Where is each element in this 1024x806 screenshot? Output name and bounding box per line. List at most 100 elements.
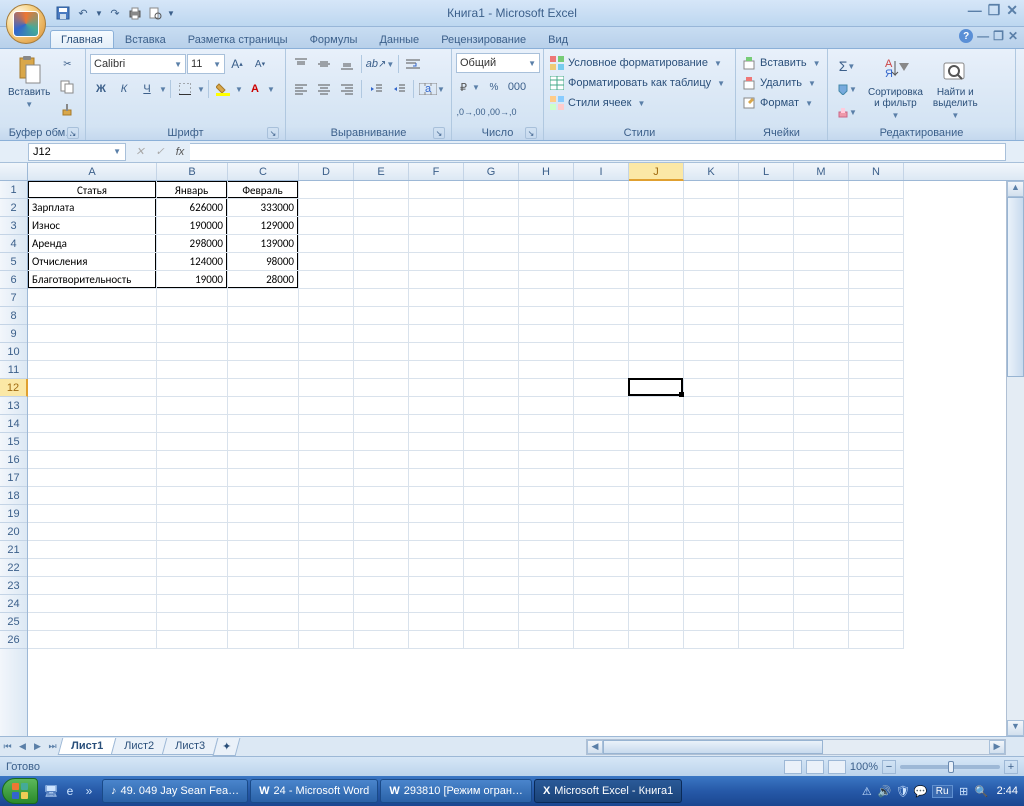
align-bottom-icon[interactable] xyxy=(336,53,358,75)
tray-icon[interactable]: ⚠ xyxy=(860,784,874,798)
cell[interactable]: Износ xyxy=(28,217,156,234)
column-header[interactable]: E xyxy=(354,163,409,180)
column-header[interactable]: F xyxy=(409,163,464,180)
row-header[interactable]: 24 xyxy=(0,595,27,613)
undo-icon[interactable]: ↶ xyxy=(74,4,92,22)
sheet-nav-next[interactable]: ▶ xyxy=(30,741,45,752)
sheet-tab-new[interactable]: ✦ xyxy=(213,738,241,756)
row-header[interactable]: 26 xyxy=(0,631,27,649)
sheet-tab-1[interactable]: Лист1 xyxy=(58,738,117,755)
comma-button[interactable]: 000 xyxy=(506,76,528,98)
cell[interactable]: 298000 xyxy=(157,235,227,252)
maximize-button[interactable]: ❐ xyxy=(988,2,1001,19)
tab-page-layout[interactable]: Разметка страницы xyxy=(177,30,299,48)
row-header[interactable]: 2 xyxy=(0,199,27,217)
row-header[interactable]: 7 xyxy=(0,289,27,307)
borders-dropdown[interactable]: ▼ xyxy=(197,85,205,94)
cell[interactable]: Зарплата xyxy=(28,199,156,216)
row-header[interactable]: 22 xyxy=(0,559,27,577)
row-header[interactable]: 9 xyxy=(0,325,27,343)
fill-color-button[interactable] xyxy=(212,78,234,100)
insert-cells-button[interactable]: Вставить▼ xyxy=(740,53,823,73)
row-header[interactable]: 25 xyxy=(0,613,27,631)
row-header[interactable]: 15 xyxy=(0,433,27,451)
row-header[interactable]: 1 xyxy=(0,181,27,199)
vscroll-thumb[interactable] xyxy=(1007,197,1024,377)
select-all-corner[interactable] xyxy=(0,163,28,180)
enter-formula-icon[interactable]: ✓ xyxy=(150,143,170,161)
name-box[interactable]: J12▼ xyxy=(28,143,126,161)
hscroll-thumb[interactable] xyxy=(603,740,823,754)
bold-button[interactable]: Ж xyxy=(90,78,112,100)
increase-indent-icon[interactable] xyxy=(388,78,410,100)
tray-icon[interactable]: 🔍 xyxy=(975,784,989,798)
tab-home[interactable]: Главная xyxy=(50,30,114,48)
row-header[interactable]: 18 xyxy=(0,487,27,505)
column-header[interactable]: L xyxy=(739,163,794,180)
taskbar-clock[interactable]: 2:44 xyxy=(993,785,1022,797)
font-launcher[interactable]: ↘ xyxy=(267,127,279,139)
column-header[interactable]: B xyxy=(157,163,228,180)
row-header[interactable]: 21 xyxy=(0,541,27,559)
quickprint-icon[interactable] xyxy=(126,4,144,22)
row-header[interactable]: 3 xyxy=(0,217,27,235)
taskbar-task[interactable]: W24 - Microsoft Word xyxy=(250,779,378,803)
column-header[interactable]: M xyxy=(794,163,849,180)
underline-dropdown[interactable]: ▼ xyxy=(159,85,167,94)
row-header[interactable]: 23 xyxy=(0,577,27,595)
tray-icon[interactable]: 🛡 xyxy=(896,784,910,798)
print-preview-icon[interactable] xyxy=(146,4,164,22)
taskbar-task[interactable]: XMicrosoft Excel - Книга1 xyxy=(534,779,682,803)
scroll-left-button[interactable]: ◀ xyxy=(587,740,603,754)
horizontal-scrollbar[interactable]: ◀ ▶ xyxy=(586,739,1006,755)
row-header[interactable]: 5 xyxy=(0,253,27,271)
column-header[interactable]: A xyxy=(28,163,157,180)
number-launcher[interactable]: ↘ xyxy=(525,127,537,139)
help-icon[interactable]: ? xyxy=(959,29,973,43)
qat-customize-icon[interactable]: ▼ xyxy=(166,4,176,22)
row-header[interactable]: 8 xyxy=(0,307,27,325)
column-header[interactable]: I xyxy=(574,163,629,180)
office-button[interactable] xyxy=(6,4,46,44)
fill-dropdown[interactable]: ▼ xyxy=(235,85,243,94)
borders-button[interactable] xyxy=(174,78,196,100)
format-cells-button[interactable]: Формат▼ xyxy=(740,93,815,113)
undo-dropdown-icon[interactable]: ▼ xyxy=(94,4,104,22)
cell[interactable]: Февраль xyxy=(228,181,298,198)
column-header[interactable]: D xyxy=(299,163,354,180)
cells-area[interactable]: СтатьяЯнварьФевральЗарплата626000333000И… xyxy=(28,181,1006,736)
row-header[interactable]: 17 xyxy=(0,469,27,487)
formula-input[interactable] xyxy=(190,143,1006,161)
scroll-up-button[interactable]: ▲ xyxy=(1007,181,1024,197)
ql-ie-icon[interactable]: e xyxy=(61,781,79,801)
fill-button[interactable]: ▼ xyxy=(832,78,862,100)
column-header[interactable]: N xyxy=(849,163,904,180)
close-button[interactable]: ✕ xyxy=(1006,2,1018,19)
cell[interactable]: Аренда xyxy=(28,235,156,252)
clipboard-launcher[interactable]: ↘ xyxy=(67,127,79,139)
font-color-dropdown[interactable]: ▼ xyxy=(267,85,275,94)
ql-more-icon[interactable]: » xyxy=(80,781,98,801)
align-top-icon[interactable] xyxy=(290,53,312,75)
zoom-in-button[interactable]: + xyxy=(1004,760,1018,774)
column-header[interactable]: K xyxy=(684,163,739,180)
cell[interactable]: Благотворительность xyxy=(28,271,156,288)
grow-font-icon[interactable]: A▴ xyxy=(226,53,248,75)
row-header[interactable]: 20 xyxy=(0,523,27,541)
ql-mycomputer-icon[interactable]: 🖥 xyxy=(42,781,60,801)
fx-button[interactable]: fx xyxy=(170,143,190,161)
column-header[interactable]: J xyxy=(629,163,684,181)
tab-insert[interactable]: Вставка xyxy=(114,30,177,48)
view-page-layout-button[interactable] xyxy=(806,760,824,774)
orientation-button[interactable]: ab↗▼ xyxy=(365,53,395,75)
column-header[interactable]: G xyxy=(464,163,519,180)
conditional-formatting-button[interactable]: Условное форматирование▼ xyxy=(548,53,724,73)
row-header[interactable]: 19 xyxy=(0,505,27,523)
tab-data[interactable]: Данные xyxy=(368,30,430,48)
cell[interactable]: 139000 xyxy=(228,235,298,252)
cell[interactable]: 28000 xyxy=(228,271,298,288)
percent-button[interactable]: % xyxy=(483,76,505,98)
row-header[interactable]: 14 xyxy=(0,415,27,433)
doc-minimize-button[interactable]: — xyxy=(977,29,989,43)
underline-button[interactable]: Ч xyxy=(136,78,158,100)
